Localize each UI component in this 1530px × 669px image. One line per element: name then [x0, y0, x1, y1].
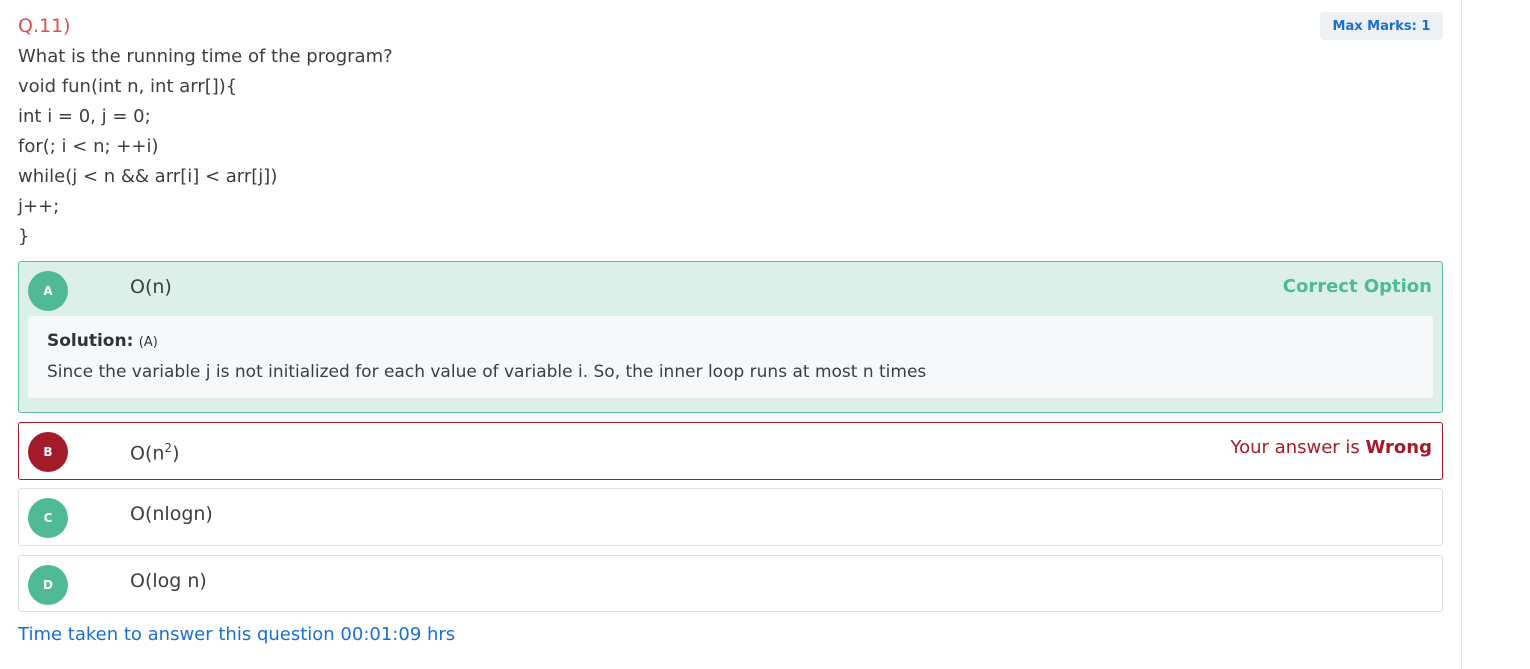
question-line: j++; [18, 196, 60, 217]
option-b-text: O(n2) [130, 423, 179, 477]
time-taken: Time taken to answer this question 00:01… [18, 624, 456, 645]
correct-option-label: Correct Option [1282, 276, 1432, 297]
solution-answer: (A) [138, 335, 158, 350]
right-divider [1461, 0, 1462, 669]
question-number: Q.11) [18, 15, 71, 37]
question-line: What is the running time of the program? [18, 46, 393, 67]
option-b-exponent: 2 [164, 441, 173, 455]
option-a[interactable]: A O(n) Correct Option Solution: (A) Sinc… [18, 261, 1443, 413]
option-b[interactable]: B O(n2) Your answer is Wrong [18, 422, 1443, 480]
option-c-row: C O(nlogn) [19, 489, 1442, 543]
option-b-row: B O(n2) Your answer is Wrong [19, 423, 1442, 477]
wrong-answer-emphasis: Wrong [1365, 437, 1432, 458]
option-b-text-base: O(n [130, 442, 165, 465]
question-text: What is the running time of the program?… [18, 44, 393, 254]
option-d[interactable]: D O(log n) [18, 555, 1443, 612]
option-b-text-end: ) [172, 442, 180, 465]
option-d-row: D O(log n) [19, 556, 1442, 610]
solution-box: Solution: (A) Since the variable j is no… [28, 316, 1433, 398]
wrong-answer-label: Your answer is Wrong [1231, 423, 1432, 477]
question-line: void fun(int n, int arr[]){ [18, 76, 238, 97]
option-c[interactable]: C O(nlogn) [18, 488, 1443, 546]
question-line: for(; i < n; ++i) [18, 136, 159, 157]
option-c-text: O(nlogn) [130, 503, 213, 525]
option-d-badge: D [28, 565, 68, 605]
option-b-badge: B [28, 432, 68, 472]
option-a-badge: A [28, 271, 68, 311]
option-a-text: O(n) [130, 276, 172, 298]
solution-title: Solution: (A) [47, 328, 1414, 356]
option-d-text: O(log n) [130, 570, 207, 592]
question-line: } [18, 226, 30, 247]
max-marks-badge: Max Marks: 1 [1320, 12, 1443, 40]
solution-label: Solution: [47, 331, 134, 351]
question-line: int i = 0, j = 0; [18, 106, 151, 127]
option-a-row: A O(n) Correct Option [19, 262, 1442, 316]
solution-text: Since the variable j is not initialized … [47, 362, 927, 382]
question-line: while(j < n && arr[i] < arr[j]) [18, 166, 278, 187]
wrong-answer-prefix: Your answer is [1230, 437, 1366, 458]
option-c-badge: C [28, 498, 68, 538]
